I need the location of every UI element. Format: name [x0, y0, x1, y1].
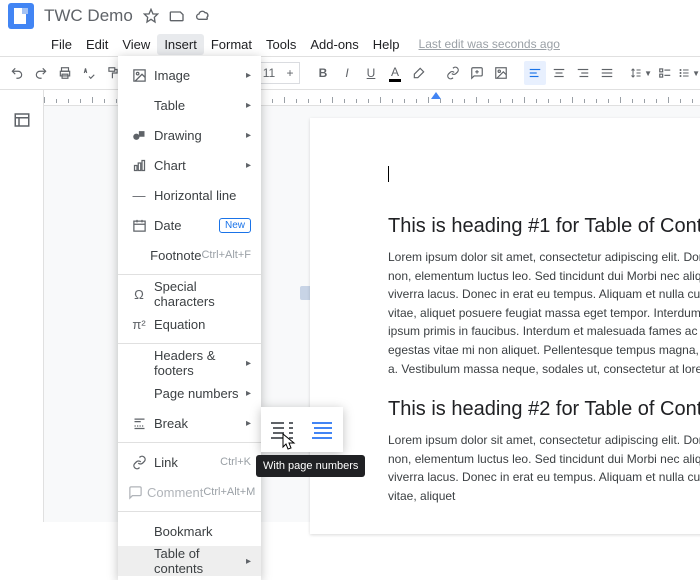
spellcheck-button[interactable] — [78, 61, 100, 85]
cloud-status-icon[interactable] — [195, 8, 211, 24]
align-justify-button[interactable] — [596, 61, 618, 85]
menu-view[interactable]: View — [115, 34, 157, 55]
menu-addons[interactable]: Add-ons — [303, 34, 365, 55]
pi-icon: π² — [128, 317, 150, 332]
menu-item-table[interactable]: Table ▸ — [118, 90, 261, 120]
chevron-right-icon: ▸ — [246, 388, 251, 399]
toolbar: ⟋▼ ▼ ▼ − 11 + B I U A ▼ ▼ — [0, 56, 700, 90]
menu-item-table-of-contents[interactable]: Table of contents ▸ — [118, 546, 261, 576]
menu-format[interactable]: Format — [204, 34, 259, 55]
highlight-color-button[interactable] — [408, 61, 430, 85]
chevron-right-icon: ▸ — [246, 418, 251, 429]
bold-button[interactable]: B — [312, 61, 334, 85]
menu-item-page-numbers[interactable]: Page numbers ▸ — [118, 378, 261, 408]
paragraph-2[interactable]: Lorem ipsum dolor sit amet, consectetur … — [388, 431, 700, 505]
underline-button[interactable]: U — [360, 61, 382, 85]
toc-submenu — [261, 407, 343, 452]
menu-item-image[interactable]: Image ▸ — [118, 60, 261, 90]
toc-with-blue-links[interactable] — [302, 407, 343, 452]
break-icon — [128, 416, 150, 431]
add-comment-button[interactable] — [466, 61, 488, 85]
bulleted-list-button[interactable]: ▼ — [678, 61, 700, 85]
title-bar: TWC Demo — [0, 0, 700, 32]
align-left-button[interactable] — [524, 61, 546, 85]
undo-button[interactable] — [6, 61, 28, 85]
outline-toggle-button[interactable] — [10, 108, 34, 132]
insert-menu-dropdown: Image ▸ Table ▸ Drawing ▸ Chart ▸ — Hori… — [118, 56, 261, 580]
chevron-right-icon: ▸ — [246, 130, 251, 141]
chevron-right-icon: ▸ — [246, 160, 251, 171]
text-cursor — [388, 166, 389, 182]
menu-item-bookmark[interactable]: Bookmark — [118, 516, 261, 546]
line-spacing-button[interactable]: ▼ — [630, 61, 652, 85]
menu-item-comment[interactable]: Comment Ctrl+Alt+M — [118, 477, 261, 507]
chevron-right-icon: ▸ — [246, 70, 251, 81]
menu-item-chart[interactable]: Chart ▸ — [118, 150, 261, 180]
tab-indent-marker[interactable] — [431, 92, 441, 99]
menu-edit[interactable]: Edit — [79, 34, 115, 55]
heading-1[interactable]: This is heading #1 for Table of Contents — [388, 215, 700, 238]
menu-help[interactable]: Help — [366, 34, 407, 55]
menu-item-break[interactable]: Break ▸ — [118, 408, 261, 438]
insert-link-button[interactable] — [442, 61, 464, 85]
mouse-cursor-icon — [282, 433, 298, 454]
left-sidebar — [0, 90, 44, 522]
comment-icon — [128, 485, 143, 500]
menu-file[interactable]: File — [44, 34, 79, 55]
menu-insert[interactable]: Insert — [157, 34, 204, 55]
new-badge: New — [219, 218, 251, 233]
docs-logo-icon[interactable] — [8, 3, 34, 29]
insert-image-button[interactable] — [490, 61, 512, 85]
font-size-plus[interactable]: + — [281, 66, 299, 80]
image-icon — [128, 68, 150, 83]
document-page[interactable]: This is heading #1 for Table of Contents… — [310, 118, 700, 534]
italic-button[interactable]: I — [336, 61, 358, 85]
heading-2[interactable]: This is heading #2 for Table of Contents — [388, 398, 700, 421]
chart-icon — [128, 158, 150, 173]
menu-item-footnote[interactable]: Footnote Ctrl+Alt+F — [118, 240, 261, 270]
horizontal-line-icon: — — [128, 188, 150, 203]
menu-item-headers-footers[interactable]: Headers & footers ▸ — [118, 348, 261, 378]
menu-item-drawing[interactable]: Drawing ▸ — [118, 120, 261, 150]
redo-button[interactable] — [30, 61, 52, 85]
checklist-button[interactable] — [654, 61, 676, 85]
menu-item-horizontal-line[interactable]: — Horizontal line — [118, 180, 261, 210]
text-color-button[interactable]: A — [384, 61, 406, 85]
menu-item-link[interactable]: Link Ctrl+K — [118, 447, 261, 477]
star-icon[interactable] — [143, 8, 159, 24]
align-center-button[interactable] — [548, 61, 570, 85]
chevron-right-icon: ▸ — [246, 358, 251, 369]
link-icon — [128, 455, 150, 470]
menu-item-special-characters[interactable]: Ω Special characters — [118, 279, 261, 309]
paragraph-1[interactable]: Lorem ipsum dolor sit amet, consectetur … — [388, 248, 700, 378]
menu-tools[interactable]: Tools — [259, 34, 303, 55]
chevron-right-icon: ▸ — [246, 100, 251, 111]
omega-icon: Ω — [128, 287, 150, 302]
menu-bar: File Edit View Insert Format Tools Add-o… — [0, 32, 700, 56]
print-button[interactable] — [54, 61, 76, 85]
calendar-icon — [128, 218, 150, 233]
tooltip: With page numbers — [256, 455, 365, 477]
last-edit-link[interactable]: Last edit was seconds ago — [419, 37, 560, 51]
menu-item-equation[interactable]: π² Equation — [118, 309, 261, 339]
drawing-icon — [128, 128, 150, 143]
move-icon[interactable] — [169, 8, 185, 24]
align-right-button[interactable] — [572, 61, 594, 85]
document-title[interactable]: TWC Demo — [44, 6, 133, 26]
chevron-right-icon: ▸ — [246, 556, 251, 567]
menu-item-date[interactable]: Date New — [118, 210, 261, 240]
